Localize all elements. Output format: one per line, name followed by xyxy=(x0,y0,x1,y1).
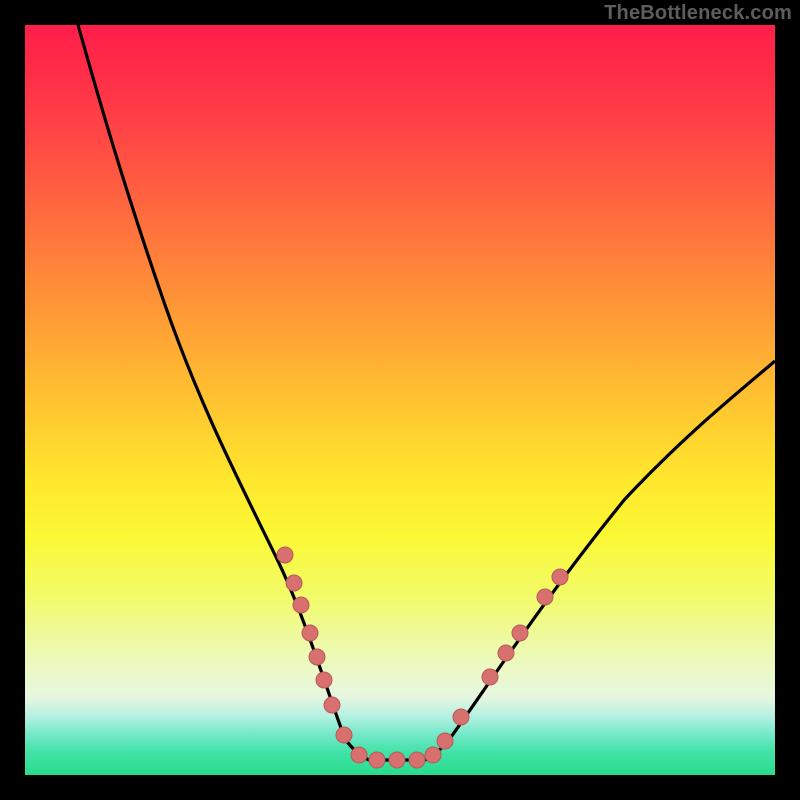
data-point xyxy=(351,747,367,763)
data-point xyxy=(437,733,453,749)
data-points xyxy=(277,547,568,768)
data-point xyxy=(482,669,498,685)
data-point xyxy=(537,589,553,605)
watermark-text: TheBottleneck.com xyxy=(604,2,792,25)
data-point xyxy=(302,625,318,641)
data-point xyxy=(336,727,352,743)
data-point xyxy=(425,747,441,763)
data-point xyxy=(309,649,325,665)
chart-svg xyxy=(25,25,775,775)
data-point xyxy=(369,752,385,768)
data-point xyxy=(286,575,302,591)
data-point xyxy=(324,697,340,713)
left-curve xyxy=(78,25,369,760)
plot-area xyxy=(25,25,775,775)
data-point xyxy=(409,752,425,768)
data-point xyxy=(293,597,309,613)
curve-group xyxy=(78,25,775,760)
data-point xyxy=(453,709,469,725)
data-point xyxy=(277,547,293,563)
data-point xyxy=(552,569,568,585)
data-point xyxy=(498,645,514,661)
right-curve xyxy=(425,361,775,760)
data-point xyxy=(389,752,405,768)
data-point xyxy=(512,625,528,641)
chart-frame: TheBottleneck.com xyxy=(0,0,800,800)
data-point xyxy=(316,672,332,688)
